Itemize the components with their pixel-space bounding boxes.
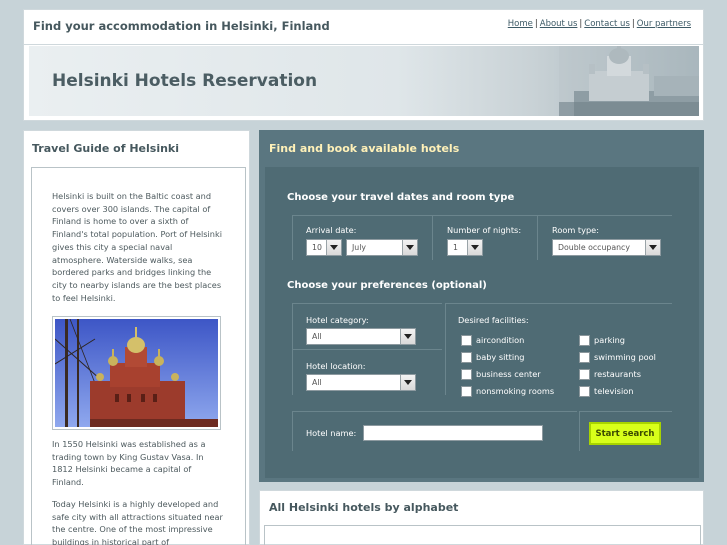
nights-value: 1 (453, 243, 458, 252)
hotels-alphabet-list (264, 525, 701, 545)
arrival-month-value: July (352, 243, 367, 252)
hotels-alphabet-panel: All Helsinki hotels by alphabet (259, 490, 704, 545)
nav-link-home[interactable]: Home (508, 19, 533, 29)
facility-label-business-center: business center (476, 369, 541, 379)
hotels-alphabet-heading: All Helsinki hotels by alphabet (269, 501, 459, 514)
facility-label-restaurants: restaurants (594, 369, 641, 379)
hotel-category-label: Hotel category: (306, 315, 369, 325)
hotel-location-select[interactable]: All (306, 374, 416, 391)
nav-link-about[interactable]: About us (540, 19, 578, 29)
chevron-down-icon (400, 375, 415, 390)
chevron-down-icon (467, 240, 482, 255)
facilities-label: Desired facilities: (458, 315, 529, 325)
chevron-down-icon (400, 329, 415, 344)
nav-link-partners[interactable]: Our partners (637, 19, 691, 29)
banner: Helsinki Hotels Reservation (23, 44, 704, 121)
arrival-day-select[interactable]: 10 (306, 239, 342, 256)
guide-paragraph-2: In 1550 Helsinki was established as a tr… (52, 439, 206, 488)
search-form: Choose your travel dates and room type A… (265, 167, 699, 478)
facility-label-aircondition: aircondition (476, 335, 525, 345)
facility-label-nonsmoking-rooms: nonsmoking rooms (476, 386, 555, 396)
checkbox-television[interactable] (579, 386, 590, 397)
hotel-name-input[interactable] (363, 425, 543, 441)
checkbox-baby-sitting[interactable] (461, 352, 472, 363)
room-type-label: Room type: (552, 225, 599, 235)
checkbox-restaurants[interactable] (579, 369, 590, 380)
checkbox-business-center[interactable] (461, 369, 472, 380)
chevron-down-icon (326, 240, 341, 255)
banner-image: Helsinki Hotels Reservation (29, 46, 699, 116)
guide-paragraph-3: Today Helsinki is a highly developed and… (52, 499, 223, 545)
arrival-month-select[interactable]: July (346, 239, 418, 256)
hotel-location-value: All (312, 378, 322, 387)
top-bar: Find your accommodation in Helsinki, Fin… (23, 9, 704, 45)
hotel-category-select[interactable]: All (306, 328, 416, 345)
room-type-select[interactable]: Double occupancy (552, 239, 661, 256)
site-title: Find your accommodation in Helsinki, Fin… (33, 19, 330, 33)
arrival-date-label: Arrival date: (306, 225, 357, 235)
start-search-button[interactable]: Start search (589, 422, 661, 445)
arrival-day-value: 10 (312, 243, 322, 252)
travel-guide-panel: Travel Guide of Helsinki Helsinki is bui… (23, 130, 250, 545)
nights-select[interactable]: 1 (447, 239, 483, 256)
banner-title: Helsinki Hotels Reservation (52, 71, 318, 91)
facility-label-swimming-pool: swimming pool (594, 352, 656, 362)
travel-guide-heading: Travel Guide of Helsinki (32, 142, 180, 155)
hotel-name-label: Hotel name: (306, 428, 357, 438)
hotel-category-value: All (312, 332, 322, 341)
checkbox-nonsmoking-rooms[interactable] (461, 386, 472, 397)
facility-label-parking: parking (594, 335, 625, 345)
checkbox-aircondition[interactable] (461, 335, 472, 346)
room-type-value: Double occupancy (558, 243, 630, 252)
chevron-down-icon (645, 240, 660, 255)
hotel-location-label: Hotel location: (306, 361, 366, 371)
dates-section-title: Choose your travel dates and room type (287, 192, 515, 203)
nav-link-contact[interactable]: Contact us (584, 19, 630, 29)
top-nav: Home | About us | Contact us | Our partners (507, 19, 691, 29)
facility-label-baby-sitting: baby sitting (476, 352, 525, 362)
checkbox-parking[interactable] (579, 335, 590, 346)
search-panel-container: Find and book available hotels Choose yo… (259, 130, 704, 482)
nights-label: Number of nights: (447, 225, 522, 235)
cathedral-photo (559, 46, 699, 116)
chevron-down-icon (402, 240, 417, 255)
checkbox-swimming-pool[interactable] (579, 352, 590, 363)
search-heading: Find and book available hotels (269, 142, 460, 155)
cathedral-image (52, 316, 221, 430)
guide-paragraph-1: Helsinki is built on the Baltic coast an… (52, 191, 223, 303)
uspenski-cathedral-illustration (54, 318, 218, 427)
preferences-section-title: Choose your preferences (optional) (287, 280, 487, 291)
facility-label-television: television (594, 386, 634, 396)
travel-guide-content: Helsinki is built on the Baltic coast an… (31, 167, 246, 545)
